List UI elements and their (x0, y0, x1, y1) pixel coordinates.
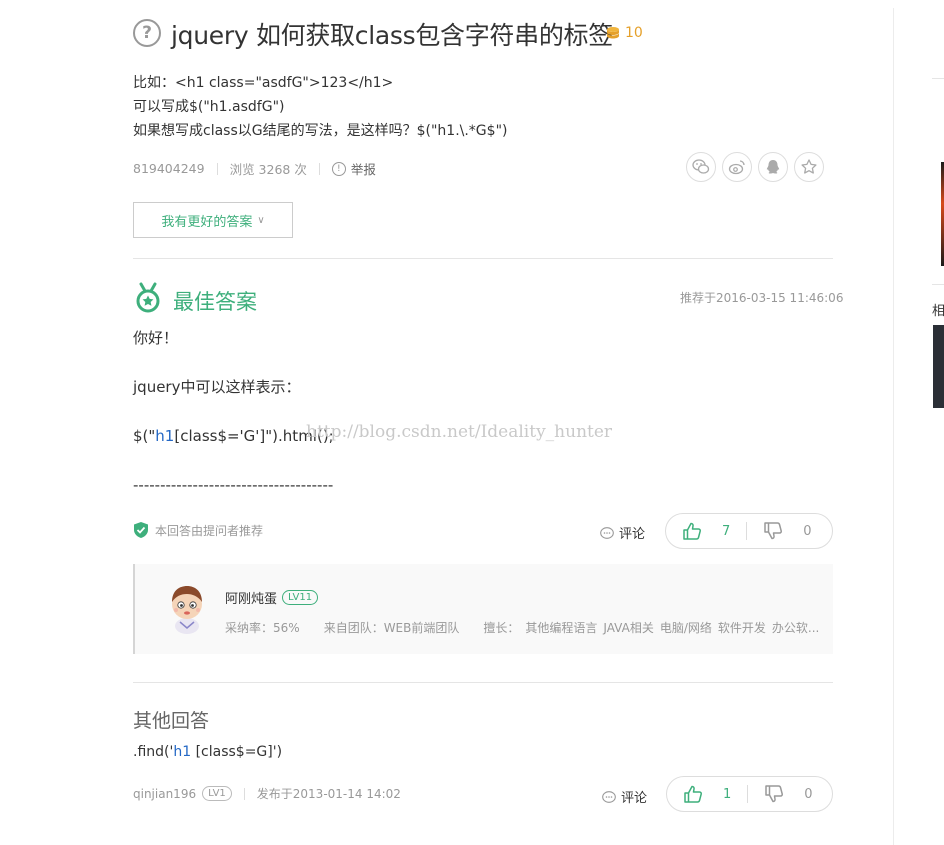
avatar[interactable] (165, 582, 209, 634)
vote-box: 7 0 (665, 513, 833, 549)
view-count: 浏览 3268 次 (229, 162, 307, 177)
answerer-card: 阿刚炖蛋 LV11 采纳率：56% 来自团队：WEB前端团队 擅长： 其他编程语… (133, 564, 833, 654)
downvote-count: 0 (804, 786, 813, 802)
code-part: $(" (133, 427, 156, 445)
recommended-by: 本回答由提问者推荐 (133, 521, 263, 539)
info-icon: ! (331, 161, 346, 176)
chevron-down-icon: ∨ (257, 214, 265, 226)
recommended-time: 推荐于2016-03-15 11:46:06 (680, 291, 844, 305)
vote-box: 1 0 (666, 776, 833, 812)
thumb-down-icon (765, 785, 784, 803)
meta-divider (318, 162, 320, 175)
sidebar-divider (932, 78, 944, 79)
favorite-button[interactable] (794, 152, 824, 182)
star-icon (801, 159, 817, 174)
better-answer-label: 我有更好的答案 (161, 214, 253, 230)
thumb-up-icon (683, 522, 702, 540)
sidebar-divider (932, 284, 944, 285)
section-divider (133, 682, 833, 683)
answerer-name[interactable]: 阿刚炖蛋 (225, 588, 277, 607)
answer-line: 你好！ (133, 329, 179, 347)
thumb-down-icon (764, 522, 783, 540)
sidebar-heading: 相 (932, 304, 944, 319)
wechat-icon (692, 159, 710, 174)
coin-icon (607, 27, 619, 39)
comment-label: 评论 (621, 791, 648, 806)
other-answer-meta: qinjian196 LV1 发布于2013-01-14 14:02 (133, 785, 401, 802)
meta-divider (216, 162, 218, 175)
sidebar-thumbnail[interactable] (933, 325, 944, 408)
level-badge: LV11 (282, 590, 319, 605)
code-tag: h1 (173, 744, 192, 760)
weibo-icon (728, 160, 745, 175)
question-author[interactable]: 819404249 (133, 161, 205, 176)
report-label: 举报 (350, 162, 376, 177)
upvote-button[interactable]: 7 (666, 521, 746, 541)
comment-icon (600, 526, 614, 539)
question-line: 如果想写成class以G结尾的写法，是这样吗？$("h1.\.*G$") (133, 123, 508, 139)
other-answer-time: 发布于2013-01-14 14:02 (256, 787, 401, 801)
answerer-info: 阿刚炖蛋 LV11 (225, 588, 319, 607)
share-qq-button[interactable] (758, 152, 788, 182)
downvote-button[interactable]: 0 (748, 784, 813, 804)
question-title: jquery 如何获取class包含字符串的标签 (171, 21, 613, 50)
thumb-up-icon (684, 785, 703, 803)
watermark: http://blog.csdn.net/Ideality_hunter (306, 422, 613, 442)
report-link[interactable]: ! 举报 (331, 159, 376, 178)
team[interactable]: 来自团队：WEB前端团队 (324, 619, 460, 636)
code-part: [class$=G]') (191, 744, 283, 760)
downvote-button[interactable]: 0 (747, 521, 812, 541)
question-body: 比如：<h1 class="asdfG">123</h1> 可以写成$("h1.… (133, 71, 507, 143)
share-weibo-button[interactable] (722, 152, 752, 182)
reward-value: 10 (625, 25, 643, 41)
share-bar (686, 152, 824, 182)
reward: 10 (606, 25, 643, 41)
share-wechat-button[interactable] (686, 152, 716, 182)
sidebar-border (893, 8, 894, 845)
question-icon: ? (133, 19, 161, 47)
better-answer-button[interactable]: 我有更好的答案 ∨ (133, 202, 293, 238)
meta-divider (243, 787, 245, 800)
question-line: 可以写成$("h1.asdfG") (133, 99, 285, 115)
expertise-tag[interactable]: 软件开发 (718, 619, 766, 636)
expertise-tag[interactable]: JAVA相关 (603, 619, 653, 636)
comment-button[interactable]: 评论 (602, 787, 647, 806)
other-answer-author[interactable]: qinjian196 (133, 787, 196, 801)
expertise-tag[interactable]: 其他编程语言 (525, 619, 597, 636)
answer-line: ------------------------------------- (133, 476, 334, 494)
recommended-by-label: 本回答由提问者推荐 (155, 523, 264, 538)
medal-icon (136, 282, 160, 313)
expertise-tag[interactable]: 办公软... (772, 619, 819, 636)
comment-icon (602, 790, 616, 803)
question-meta: 819404249 浏览 3268 次 ! 举报 (133, 159, 376, 178)
best-answer-heading: 最佳答案 (173, 290, 257, 314)
comment-label: 评论 (619, 527, 646, 542)
code-tag: h1 (155, 427, 175, 445)
upvote-count: 7 (722, 523, 731, 539)
other-answers-heading: 其他回答 (133, 710, 210, 732)
section-divider (133, 258, 833, 259)
question-line: 比如：<h1 class="asdfG">123</h1> (133, 75, 394, 91)
answer-line: jquery中可以这样表示： (133, 378, 301, 396)
expertise-label: 擅长： (483, 621, 520, 635)
upvote-count: 1 (723, 786, 732, 802)
level-badge: LV1 (202, 786, 232, 801)
code-part: .find(' (133, 744, 174, 760)
shield-check-icon (134, 522, 148, 538)
expertise-tag[interactable]: 电脑/网络 (660, 619, 712, 636)
downvote-count: 0 (803, 523, 812, 539)
other-answer-body: .find('h1 [class$=G]') (133, 744, 282, 760)
accept-rate: 采纳率：56% (225, 621, 300, 635)
answerer-stats: 采纳率：56% 来自团队：WEB前端团队 擅长： 其他编程语言 JAVA相关 电… (225, 619, 819, 636)
qq-icon (766, 160, 780, 174)
comment-button[interactable]: 评论 (600, 523, 645, 542)
answer-code-line: $("h1[class$='G']").html(); (133, 424, 334, 448)
upvote-button[interactable]: 1 (667, 784, 747, 804)
